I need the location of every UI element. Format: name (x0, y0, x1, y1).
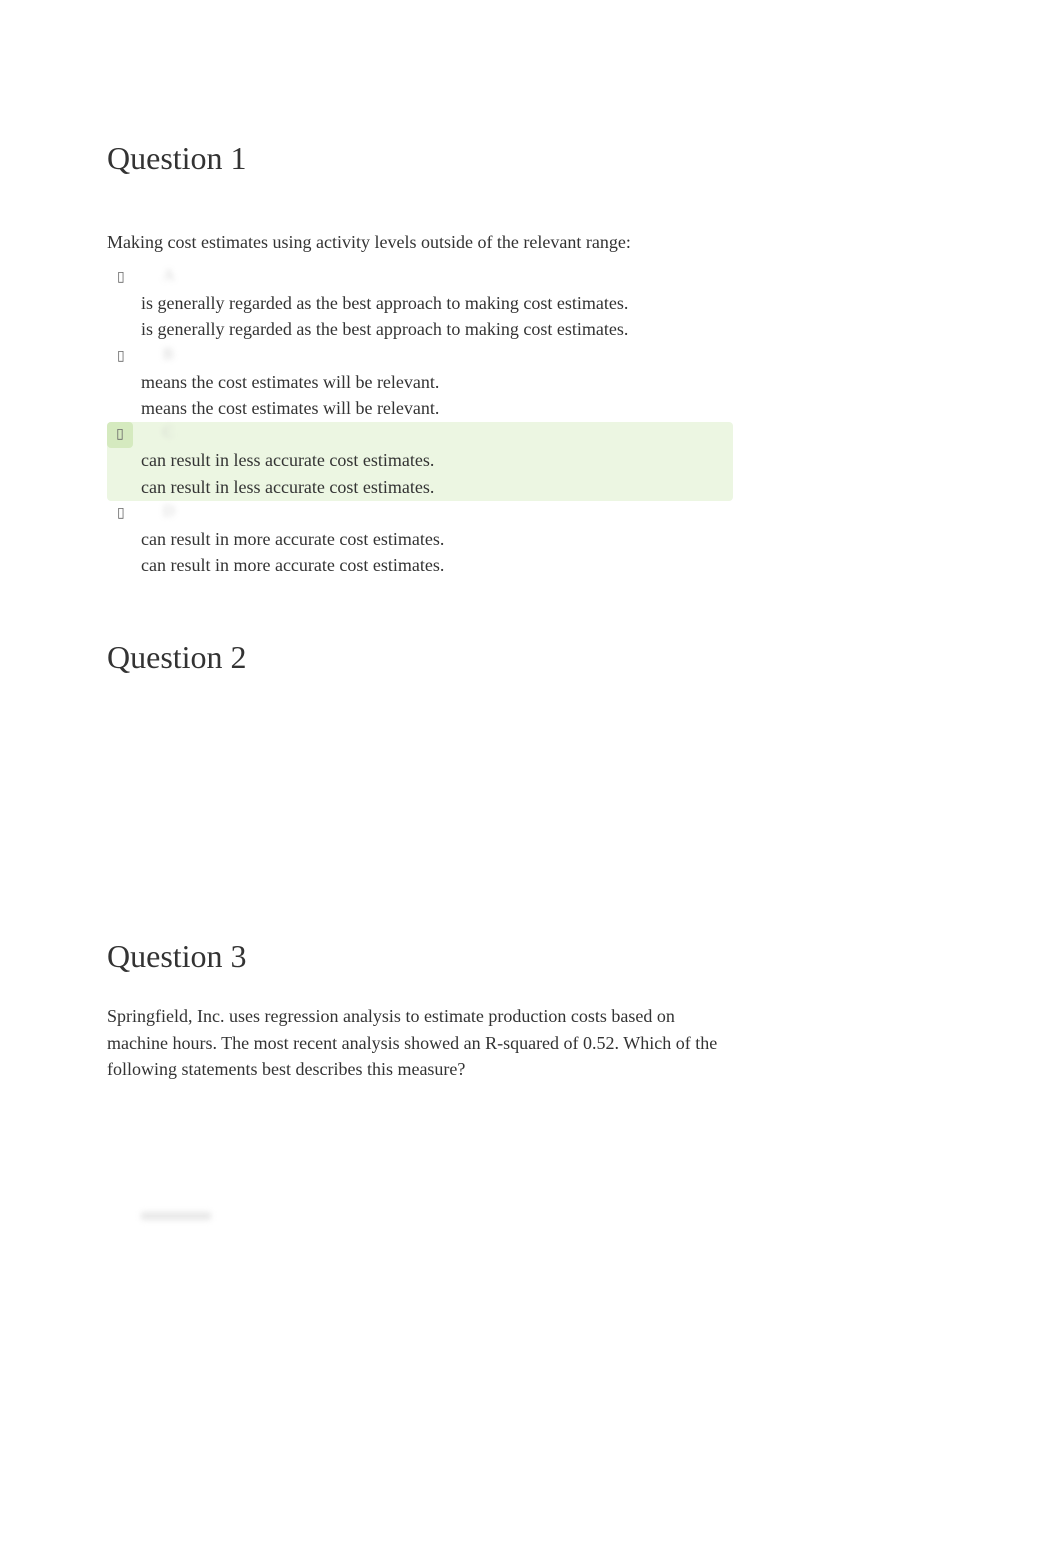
bullet-icon: ▯ (117, 350, 125, 364)
answer-d-text-1: can result in more accurate cost estimat… (141, 527, 733, 551)
answer-b-text-2: means the cost estimates will be relevan… (141, 394, 733, 420)
question-1-stem: Making cost estimates using activity lev… (107, 229, 733, 255)
answer-a-body: A is generally regarded as the best appr… (141, 265, 733, 344)
answer-c-text-2: can result in less accurate cost estimat… (141, 473, 733, 499)
bullet-icon: ▯ (117, 507, 125, 521)
answer-b-letter: B (141, 344, 174, 370)
answer-d-body: D can result in more accurate cost estim… (141, 501, 733, 580)
question-2: Question 2 (107, 639, 733, 878)
blurred-content-placeholder (141, 1212, 211, 1220)
answer-a-text-2: is generally regarded as the best approa… (141, 315, 733, 341)
question-3: Question 3 Springfield, Inc. uses regres… (107, 938, 733, 1219)
question-3-stem: Springfield, Inc. uses regression analys… (107, 1003, 733, 1081)
question-2-title: Question 2 (107, 639, 733, 676)
answer-c-text-1: can result in less accurate cost estimat… (141, 448, 733, 472)
question-2-body-placeholder (107, 728, 733, 878)
question-3-title: Question 3 (107, 938, 733, 975)
answer-d-text-2: can result in more accurate cost estimat… (141, 551, 733, 577)
answer-c-letter: C (141, 422, 174, 448)
answer-c[interactable]: ▯ C can result in less accurate cost est… (107, 422, 733, 501)
question-1-title: Question 1 (107, 140, 733, 177)
answer-b-body: B means the cost estimates will be relev… (141, 344, 733, 423)
answer-c-body: C can result in less accurate cost estim… (141, 422, 733, 501)
answer-a-text-1: is generally regarded as the best approa… (141, 291, 733, 315)
answer-b[interactable]: ▯ B means the cost estimates will be rel… (107, 344, 733, 423)
question-1: Question 1 Making cost estimates using a… (107, 140, 733, 579)
answer-a[interactable]: ▯ A is generally regarded as the best ap… (107, 265, 733, 344)
bullet-icon: ▯ (117, 271, 125, 285)
page-container: Question 1 Making cost estimates using a… (0, 0, 840, 1320)
answer-b-text-1: means the cost estimates will be relevan… (141, 370, 733, 394)
answer-d-letter: D (141, 501, 175, 527)
answer-d[interactable]: ▯ D can result in more accurate cost est… (107, 501, 733, 580)
bullet-icon: ▯ (116, 428, 124, 442)
answer-a-letter: A (141, 265, 175, 291)
correct-marker-badge: ▯ (107, 422, 133, 448)
question-1-answers: ▯ A is generally regarded as the best ap… (107, 265, 733, 579)
